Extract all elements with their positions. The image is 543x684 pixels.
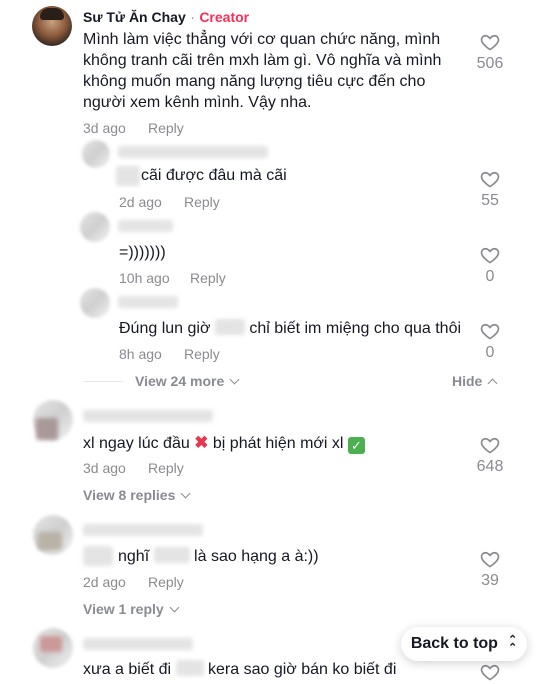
- view-replies-label: View 8 replies: [83, 487, 176, 503]
- reply-avatar[interactable]: [82, 140, 110, 168]
- like-count: 506: [476, 55, 504, 72]
- like-count: 0: [485, 344, 495, 361]
- comment-text-part: kera sao giờ bán ko biết đi: [208, 661, 397, 678]
- thread-divider: [83, 381, 123, 382]
- blurred-username: [83, 638, 193, 650]
- blurred-word: [153, 547, 190, 563]
- heart-icon[interactable]: [480, 435, 500, 455]
- comment-time: 3d ago: [83, 460, 126, 476]
- comment-text-line: người xem kênh mình. Vậy nha.: [83, 94, 312, 111]
- hide-label: Hide: [452, 373, 483, 389]
- view-replies-label: View 1 reply: [83, 601, 164, 617]
- reply-text: =))))))): [119, 244, 166, 261]
- heart-icon[interactable]: [480, 169, 500, 189]
- blurred-username: [118, 220, 173, 232]
- avatar-detail: [36, 418, 58, 440]
- chevron-down-icon: [180, 488, 191, 499]
- like-count: 39: [481, 572, 499, 589]
- comment-text: Mình làm việc thẳng với cơ quan chức năn…: [83, 29, 443, 113]
- view-more-button[interactable]: View 24 more: [135, 373, 240, 389]
- reply-text-part: Đúng lun giờ: [119, 320, 211, 337]
- blurred-text: [116, 166, 140, 186]
- comment-text-line: Mình làm việc thẳng với cơ quan chức năn…: [83, 31, 441, 48]
- like-count: 0: [485, 268, 495, 285]
- blurred-text: [83, 546, 113, 566]
- chevron-up-icon: [487, 378, 498, 389]
- check-mark-icon: ✓: [347, 437, 365, 454]
- reply-button[interactable]: Reply: [184, 346, 220, 362]
- comment-time: 2d ago: [83, 574, 126, 590]
- comment-text: nghĩ là sao hạng a à:)): [118, 546, 319, 567]
- comment-username[interactable]: Sư Tử Ăn Chay: [83, 9, 186, 25]
- blurred-username: [118, 146, 268, 158]
- blurred-username: [83, 410, 213, 422]
- blurred-username: [118, 296, 178, 308]
- heart-icon[interactable]: [480, 662, 500, 682]
- heart-icon[interactable]: [480, 245, 500, 265]
- back-to-top-label: Back to top: [410, 635, 498, 652]
- heart-icon[interactable]: [480, 321, 500, 341]
- comment-text-part: bị phát hiện mới xl: [212, 435, 344, 452]
- like-count: 55: [481, 192, 499, 209]
- reply-time: 10h ago: [119, 270, 170, 286]
- comment-text-line: không tranh cãi trên mxh làm gì. Vô nghĩ…: [83, 52, 442, 69]
- cross-mark-icon: ✖: [194, 433, 209, 452]
- comment-text-line: không muốn mang năng lượng tiêu cực đến …: [83, 73, 426, 90]
- reply-button[interactable]: Reply: [148, 574, 184, 590]
- reply-button[interactable]: Reply: [184, 194, 220, 210]
- reply-time: 8h ago: [119, 346, 162, 362]
- comment-text-part: là sao hạng a à:)): [194, 548, 319, 565]
- reply-button[interactable]: Reply: [148, 460, 184, 476]
- back-to-top-button[interactable]: Back to top ⌃ ⌃: [401, 627, 527, 661]
- creator-badge: Creator: [199, 9, 250, 25]
- reply-time: 2d ago: [119, 194, 162, 210]
- comment-text-part: nghĩ: [118, 548, 150, 565]
- reply-avatar[interactable]: [80, 212, 110, 242]
- reply-avatar[interactable]: [80, 288, 110, 318]
- heart-icon[interactable]: [480, 549, 500, 569]
- reply-button[interactable]: Reply: [148, 120, 184, 136]
- reply-text: cãi được đâu mà cãi: [141, 167, 287, 184]
- blurred-username: [83, 524, 203, 536]
- blurred-word: [214, 319, 245, 335]
- comment-text-part: xl ngay lúc đầu: [83, 435, 190, 452]
- view-replies-button[interactable]: View 1 reply: [83, 601, 180, 617]
- comment-text-part: xưa a biết đi: [83, 661, 172, 678]
- comment-text: xl ngay lúc đầu ✖ bị phát hiện mới xl ✓: [83, 432, 365, 454]
- creator-avatar[interactable]: [32, 6, 72, 46]
- hide-button[interactable]: Hide: [452, 373, 498, 389]
- view-more-label: View 24 more: [135, 373, 225, 389]
- reply-text: Đúng lun giờ chỉ biết im miệng cho qua t…: [119, 318, 461, 339]
- reply-button[interactable]: Reply: [190, 270, 226, 286]
- chevron-down-icon: [229, 374, 240, 385]
- chevron-down-icon: [169, 602, 180, 613]
- comment-header: Sư Tử Ăn Chay · Creator: [83, 9, 249, 27]
- double-chevron-up-icon: ⌃ ⌃: [507, 634, 518, 654]
- blurred-word: [175, 660, 204, 676]
- heart-icon[interactable]: [480, 32, 500, 52]
- reply-text-part: chỉ biết im miệng cho qua thôi: [249, 320, 462, 337]
- view-replies-button[interactable]: View 8 replies: [83, 487, 191, 503]
- avatar-detail: [38, 532, 62, 550]
- header-separator: ·: [190, 9, 195, 25]
- comment-text: xưa a biết đi kera sao giờ bán ko biết đ…: [83, 659, 396, 680]
- comment-time: 3d ago: [83, 120, 126, 136]
- like-count: 648: [476, 458, 504, 475]
- avatar-detail: [40, 636, 62, 652]
